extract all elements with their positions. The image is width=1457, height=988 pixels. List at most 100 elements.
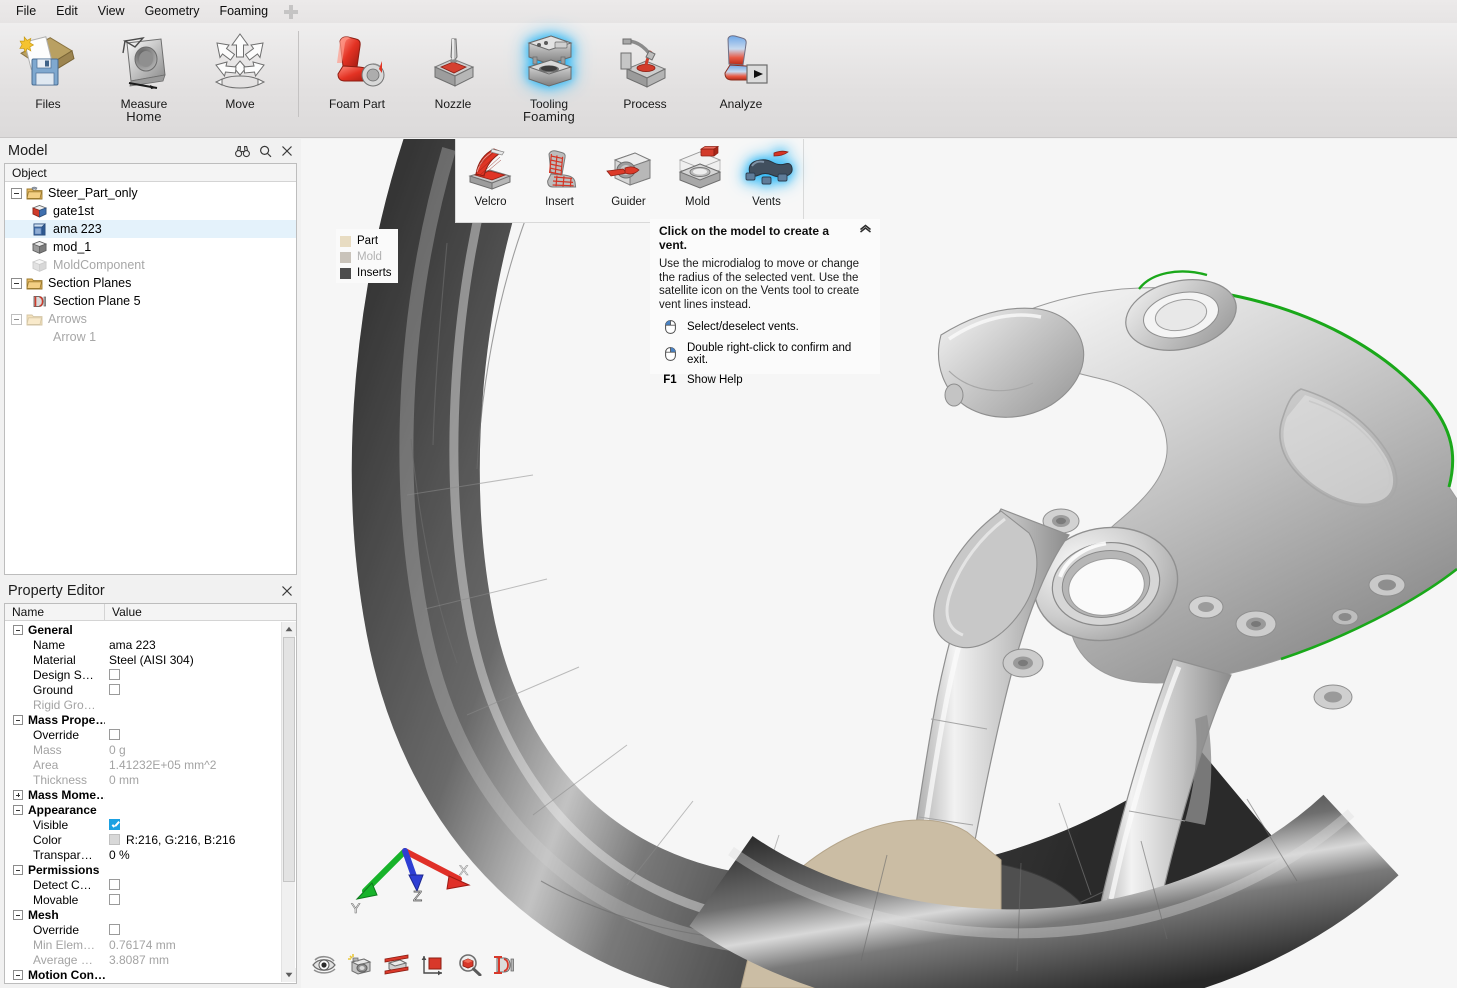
ribbon-button-foam-part[interactable]: Foam Part [309, 23, 405, 111]
ribbon-button-analyze[interactable]: Analyze [693, 23, 789, 111]
expander-icon[interactable] [13, 790, 23, 800]
tree-item-moldcomponent[interactable]: MoldComponent [5, 256, 296, 274]
property-group-mass-moments[interactable]: Mass Mome… [5, 787, 296, 802]
mouse-left-click-icon [659, 320, 681, 334]
expander-icon[interactable] [13, 625, 23, 635]
ribbon-button-nozzle[interactable]: Nozzle [405, 23, 501, 111]
add-tab-icon[interactable] [282, 3, 300, 21]
menu-item-foaming[interactable]: Foaming [209, 1, 278, 22]
mesh-override-checkbox[interactable] [109, 924, 120, 935]
ribbon-button-files[interactable]: Files [0, 23, 96, 111]
menu-item-file[interactable]: File [6, 1, 46, 22]
binoculars-icon[interactable] [235, 145, 250, 158]
help-tooltip[interactable]: Click on the model to create a vent. Use… [650, 219, 880, 374]
property-row-mass[interactable]: Mass 0 g [5, 742, 296, 757]
expander-icon[interactable] [11, 314, 22, 325]
expander-icon[interactable] [13, 715, 23, 725]
ground-checkbox[interactable] [109, 684, 120, 695]
coordinate-system-icon[interactable] [419, 952, 447, 978]
expander-icon[interactable] [13, 910, 23, 920]
tooltip-body: Use the microdialog to move or change th… [659, 258, 872, 312]
tree-item-section-planes[interactable]: Section Planes [5, 274, 296, 292]
design-study-checkbox[interactable] [109, 669, 120, 680]
color-swatch[interactable] [109, 834, 120, 845]
chevron-up-icon[interactable] [859, 224, 872, 233]
property-row-mass-override[interactable]: Override [5, 727, 296, 742]
tool-button-velcro[interactable]: Velcro [456, 139, 525, 208]
visible-checkbox[interactable] [109, 819, 120, 830]
property-group-general[interactable]: General [5, 622, 296, 637]
expander-icon[interactable] [13, 805, 23, 815]
tree-item-gate1st[interactable]: gate1st [5, 202, 296, 220]
property-row-mesh-override[interactable]: Override [5, 922, 296, 937]
property-group-permissions[interactable]: Permissions [5, 862, 296, 877]
ribbon-button-move[interactable]: Move [192, 23, 288, 111]
property-row-transparency[interactable]: Transpar… 0 % [5, 847, 296, 862]
3d-viewport[interactable]: Part Mold Inserts [301, 139, 1457, 988]
ribbon-button-process[interactable]: Process [597, 23, 693, 111]
section-plane-tool-icon[interactable] [491, 952, 519, 978]
tree-item-arrows[interactable]: Arrows [5, 310, 296, 328]
tree-item-mod-1[interactable]: mod_1 [5, 238, 296, 256]
property-row-detect-collisions[interactable]: Detect C… [5, 877, 296, 892]
property-row-name[interactable]: Name ama 223 [5, 637, 296, 652]
movable-checkbox[interactable] [109, 894, 120, 905]
model-tree[interactable]: Object Steer_Part_only [4, 163, 297, 575]
property-group-mesh[interactable]: Mesh [5, 907, 296, 922]
ribbon-group-home-title: Home [126, 109, 161, 124]
expander-icon[interactable] [13, 865, 23, 875]
property-row-ground[interactable]: Ground [5, 682, 296, 697]
property-row-thickness[interactable]: Thickness 0 mm [5, 772, 296, 787]
expander-icon[interactable] [13, 970, 23, 980]
tree-item-section-plane-5[interactable]: Section Plane 5 [5, 292, 296, 310]
property-row-min-element[interactable]: Min Elem… 0.76174 mm [5, 937, 296, 952]
property-group-mass-properties[interactable]: Mass Prope… [5, 712, 296, 727]
section-clip-icon[interactable] [383, 952, 411, 978]
property-row-visible[interactable]: Visible [5, 817, 296, 832]
property-row-area[interactable]: Area 1.41232E+05 mm^2 [5, 757, 296, 772]
menu-item-view[interactable]: View [88, 1, 135, 22]
tree-item-arrow-1[interactable]: Arrow 1 [5, 328, 296, 346]
property-row-design-study[interactable]: Design S… [5, 667, 296, 682]
menu-item-edit[interactable]: Edit [46, 1, 88, 22]
property-name: Rigid Gro… [5, 698, 105, 712]
scroll-down-arrow-icon[interactable] [282, 968, 296, 982]
tool-label-vents: Vents [752, 196, 781, 208]
tree-item-label: gate1st [53, 204, 94, 218]
legend-label: Part [357, 235, 378, 247]
folder-icon [26, 276, 44, 291]
tool-button-insert[interactable]: Insert [525, 139, 594, 208]
property-group-appearance[interactable]: Appearance [5, 802, 296, 817]
scrollbar-thumb[interactable] [283, 637, 295, 882]
expander-icon[interactable] [11, 278, 22, 289]
property-name: Permissions [28, 863, 99, 877]
tree-item-ama-223[interactable]: ama 223 [5, 220, 296, 238]
expander-icon[interactable] [11, 188, 22, 199]
close-icon[interactable] [281, 585, 293, 597]
tool-button-mold[interactable]: Mold [663, 139, 732, 208]
tree-item-label: mod_1 [53, 240, 91, 254]
menu-item-geometry[interactable]: Geometry [135, 1, 210, 22]
detect-collisions-checkbox[interactable] [109, 879, 120, 890]
close-icon[interactable] [281, 145, 293, 157]
camera-icon[interactable] [347, 952, 375, 978]
property-row-material[interactable]: Material Steel (AISI 304) [5, 652, 296, 667]
property-row-average-element[interactable]: Average … 3.8087 mm [5, 952, 296, 967]
property-grid[interactable]: Name Value General Name ama 223 Material… [4, 603, 297, 984]
search-icon[interactable] [259, 145, 272, 158]
property-grid-scrollbar[interactable] [281, 622, 295, 982]
zoom-box-icon[interactable] [455, 952, 483, 978]
tree-item-steer-part-only[interactable]: Steer_Part_only [5, 184, 296, 202]
property-group-motion-constraints[interactable]: Motion Con… [5, 967, 296, 982]
mass-override-checkbox[interactable] [109, 729, 120, 740]
property-row-movable[interactable]: Movable [5, 892, 296, 907]
property-row-color[interactable]: Color R:216, G:216, B:216 [5, 832, 296, 847]
tool-button-guider[interactable]: Guider [594, 139, 663, 208]
property-row-rigid-group[interactable]: Rigid Gro… [5, 697, 296, 712]
tooltip-title: Click on the model to create a vent. [659, 224, 859, 252]
ribbon-button-measure[interactable]: Measure [96, 23, 192, 111]
ribbon-button-tooling[interactable]: Tooling [501, 23, 597, 111]
tool-button-vents[interactable]: Vents [732, 139, 801, 208]
view-eye-icon[interactable] [311, 952, 339, 978]
scroll-up-arrow-icon[interactable] [282, 622, 296, 636]
